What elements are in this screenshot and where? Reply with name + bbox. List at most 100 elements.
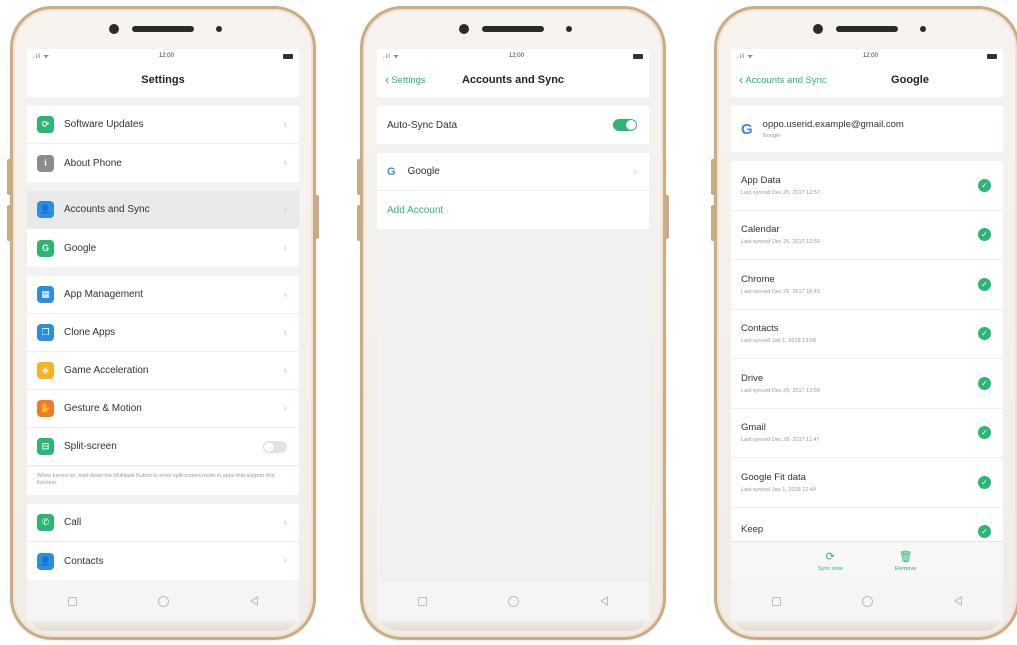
account-header: G oppo.userid.example@gmail.com Google bbox=[731, 106, 1003, 152]
home-icon[interactable] bbox=[507, 595, 519, 607]
remove-button[interactable]: 🗑 Remove bbox=[895, 551, 917, 572]
chevron-left-icon: ‹ bbox=[739, 72, 744, 87]
settings-item-game-acceleration[interactable]: ◈ Game Acceleration › bbox=[27, 352, 299, 390]
settings-item-app-management[interactable]: ▦ App Management › bbox=[27, 276, 299, 314]
sync-item-last-synced: Last synced Dec 26, 2017 12:58 bbox=[741, 239, 820, 246]
sync-now-label: Sync now bbox=[817, 566, 843, 572]
accounts-group: G Google › Add Account bbox=[377, 153, 649, 229]
signal-icon: .ıl ᯤ bbox=[383, 54, 400, 60]
split-screen-toggle[interactable] bbox=[263, 440, 287, 453]
settings-item-google[interactable]: G Google › bbox=[27, 229, 299, 267]
settings-group: ⟳ Software Updates › i About Phone › bbox=[27, 106, 299, 182]
phone-google-account: .ıl ᯤ 12:00 ‹ Accounts and Sync Google G… bbox=[711, 6, 1017, 640]
proximity-sensor bbox=[920, 26, 926, 32]
account-type: Google bbox=[762, 133, 781, 139]
sync-item-contacts[interactable]: Contacts Last synced Jan 1, 2018 13:58 ✓ bbox=[731, 310, 1003, 359]
settings-item-label: Software Updates bbox=[64, 119, 144, 130]
back-icon[interactable] bbox=[250, 596, 259, 606]
google-icon: G bbox=[37, 239, 54, 257]
volume-button bbox=[357, 205, 361, 241]
add-account-label: Add Account bbox=[387, 204, 444, 216]
back-icon[interactable] bbox=[954, 596, 963, 606]
status-time: 12:00 bbox=[508, 53, 524, 59]
checkmark-icon[interactable]: ✓ bbox=[978, 525, 991, 539]
recents-icon[interactable] bbox=[771, 596, 781, 606]
home-icon[interactable] bbox=[861, 595, 873, 607]
settings-group: 👤 Accounts and Sync › G Google › bbox=[27, 191, 299, 267]
sync-icon: ⟳ bbox=[825, 551, 835, 563]
front-camera bbox=[109, 24, 119, 34]
back-button[interactable]: ‹ Accounts and Sync bbox=[739, 72, 827, 87]
apps-grid-icon: ▦ bbox=[37, 286, 54, 303]
sync-item-text: Contacts Last synced Jan 1, 2018 13:58 bbox=[741, 323, 816, 344]
sync-item-text: Keep bbox=[741, 524, 763, 539]
front-camera bbox=[459, 24, 469, 34]
back-button[interactable]: ‹ Settings bbox=[385, 73, 426, 86]
screen: .ıl ᯤ 12:00 Settings ⟳ Software Updates › i… bbox=[27, 49, 299, 621]
home-icon[interactable] bbox=[157, 595, 169, 607]
volume-button bbox=[711, 159, 715, 195]
settings-item-contacts[interactable]: 👤 Contacts › bbox=[27, 542, 299, 580]
phone-top-bezel bbox=[13, 9, 313, 49]
settings-item-accounts-and-sync[interactable]: 👤 Accounts and Sync › bbox=[27, 191, 299, 229]
settings-item-gesture-motion[interactable]: ✋ Gesture & Motion › bbox=[27, 390, 299, 428]
trash-icon: 🗑 bbox=[898, 551, 913, 563]
checkmark-icon[interactable]: ✓ bbox=[978, 228, 991, 242]
recents-icon[interactable] bbox=[67, 596, 77, 606]
gesture-icon: ✋ bbox=[37, 400, 54, 417]
earpiece-speaker bbox=[482, 26, 544, 32]
google-account-row[interactable]: G Google › bbox=[377, 153, 649, 191]
phone-top-bezel bbox=[717, 9, 1017, 49]
recents-icon[interactable] bbox=[417, 596, 427, 606]
auto-sync-toggle[interactable] bbox=[613, 119, 637, 131]
chevron-right-icon: › bbox=[283, 402, 287, 415]
game-icon: ◈ bbox=[37, 362, 54, 379]
navigation-bar bbox=[377, 581, 649, 621]
sync-item-chrome[interactable]: Chrome Last synced Dec 26, 2017 16:43 ✓ bbox=[731, 260, 1003, 310]
checkmark-icon[interactable]: ✓ bbox=[978, 376, 991, 390]
chevron-right-icon: › bbox=[283, 288, 287, 301]
power-button bbox=[665, 195, 669, 239]
checkmark-icon[interactable]: ✓ bbox=[978, 277, 991, 291]
settings-item-call[interactable]: ✆ Call › bbox=[27, 504, 299, 542]
settings-item-label: Google bbox=[64, 242, 97, 254]
auto-sync-row[interactable]: Auto-Sync Data bbox=[377, 106, 649, 144]
checkmark-icon[interactable]: ✓ bbox=[978, 178, 991, 192]
sync-item-text: App Data Last synced Dec 26, 2017 12:57 bbox=[741, 175, 820, 196]
settings-item-software-updates[interactable]: ⟳ Software Updates › bbox=[27, 106, 299, 144]
checkmark-icon[interactable]: ✓ bbox=[978, 426, 991, 440]
sync-item-last-synced: Last synced Dec 28, 2017 11:47 bbox=[741, 437, 820, 444]
settings-item-label: Accounts and Sync bbox=[64, 204, 150, 215]
title-bar: ‹ Accounts and Sync Google bbox=[731, 63, 1003, 97]
sync-now-button[interactable]: ⟳ Sync now bbox=[818, 551, 843, 572]
add-account-row[interactable]: Add Account bbox=[377, 191, 649, 229]
settings-group: ✆ Call › 👤 Contacts › bbox=[27, 504, 299, 580]
settings-item-label: About Phone bbox=[64, 157, 122, 169]
sync-item-gmail[interactable]: Gmail Last synced Dec 28, 2017 11:47 ✓ bbox=[731, 409, 1003, 458]
sync-item-drive[interactable]: Drive Last synced Dec 26, 2017 12:58 ✓ bbox=[731, 359, 1003, 409]
phone-icon: ✆ bbox=[37, 514, 54, 531]
settings-item-split-screen[interactable]: ⊟ Split-screen bbox=[27, 428, 299, 466]
google-account-label: Google bbox=[407, 166, 440, 177]
page-title: Settings bbox=[141, 74, 185, 86]
sync-item-last-synced: Last synced Jan 1, 2018 12:44 bbox=[741, 486, 816, 493]
sync-item-calendar[interactable]: Calendar Last synced Dec 26, 2017 12:58 ✓ bbox=[731, 211, 1003, 260]
sync-item-name: Contacts bbox=[741, 323, 779, 335]
sync-item-app-data[interactable]: App Data Last synced Dec 26, 2017 12:57 ✓ bbox=[731, 161, 1003, 211]
proximity-sensor bbox=[216, 26, 222, 32]
contacts-icon: 👤 bbox=[37, 552, 54, 570]
status-time: 12:00 bbox=[158, 53, 174, 59]
settings-item-clone-apps[interactable]: ❐ Clone Apps › bbox=[27, 314, 299, 352]
google-logo-icon: G bbox=[387, 165, 396, 178]
signal-icon: .ıl ᯤ bbox=[737, 54, 754, 60]
sync-item-google-fit-data[interactable]: Google Fit data Last synced Jan 1, 2018 1… bbox=[731, 458, 1003, 508]
battery-icon bbox=[282, 53, 293, 59]
back-icon[interactable] bbox=[600, 596, 609, 606]
checkmark-icon[interactable]: ✓ bbox=[978, 475, 991, 489]
action-bar: ⟳ Sync now 🗑 Remove bbox=[731, 541, 1003, 581]
settings-item-about-phone[interactable]: i About Phone › bbox=[27, 144, 299, 182]
page-title: Accounts and Sync bbox=[461, 74, 565, 86]
sync-item-name: Chrome bbox=[741, 273, 775, 285]
settings-item-label: Contacts bbox=[64, 555, 104, 567]
checkmark-icon[interactable]: ✓ bbox=[978, 327, 991, 341]
